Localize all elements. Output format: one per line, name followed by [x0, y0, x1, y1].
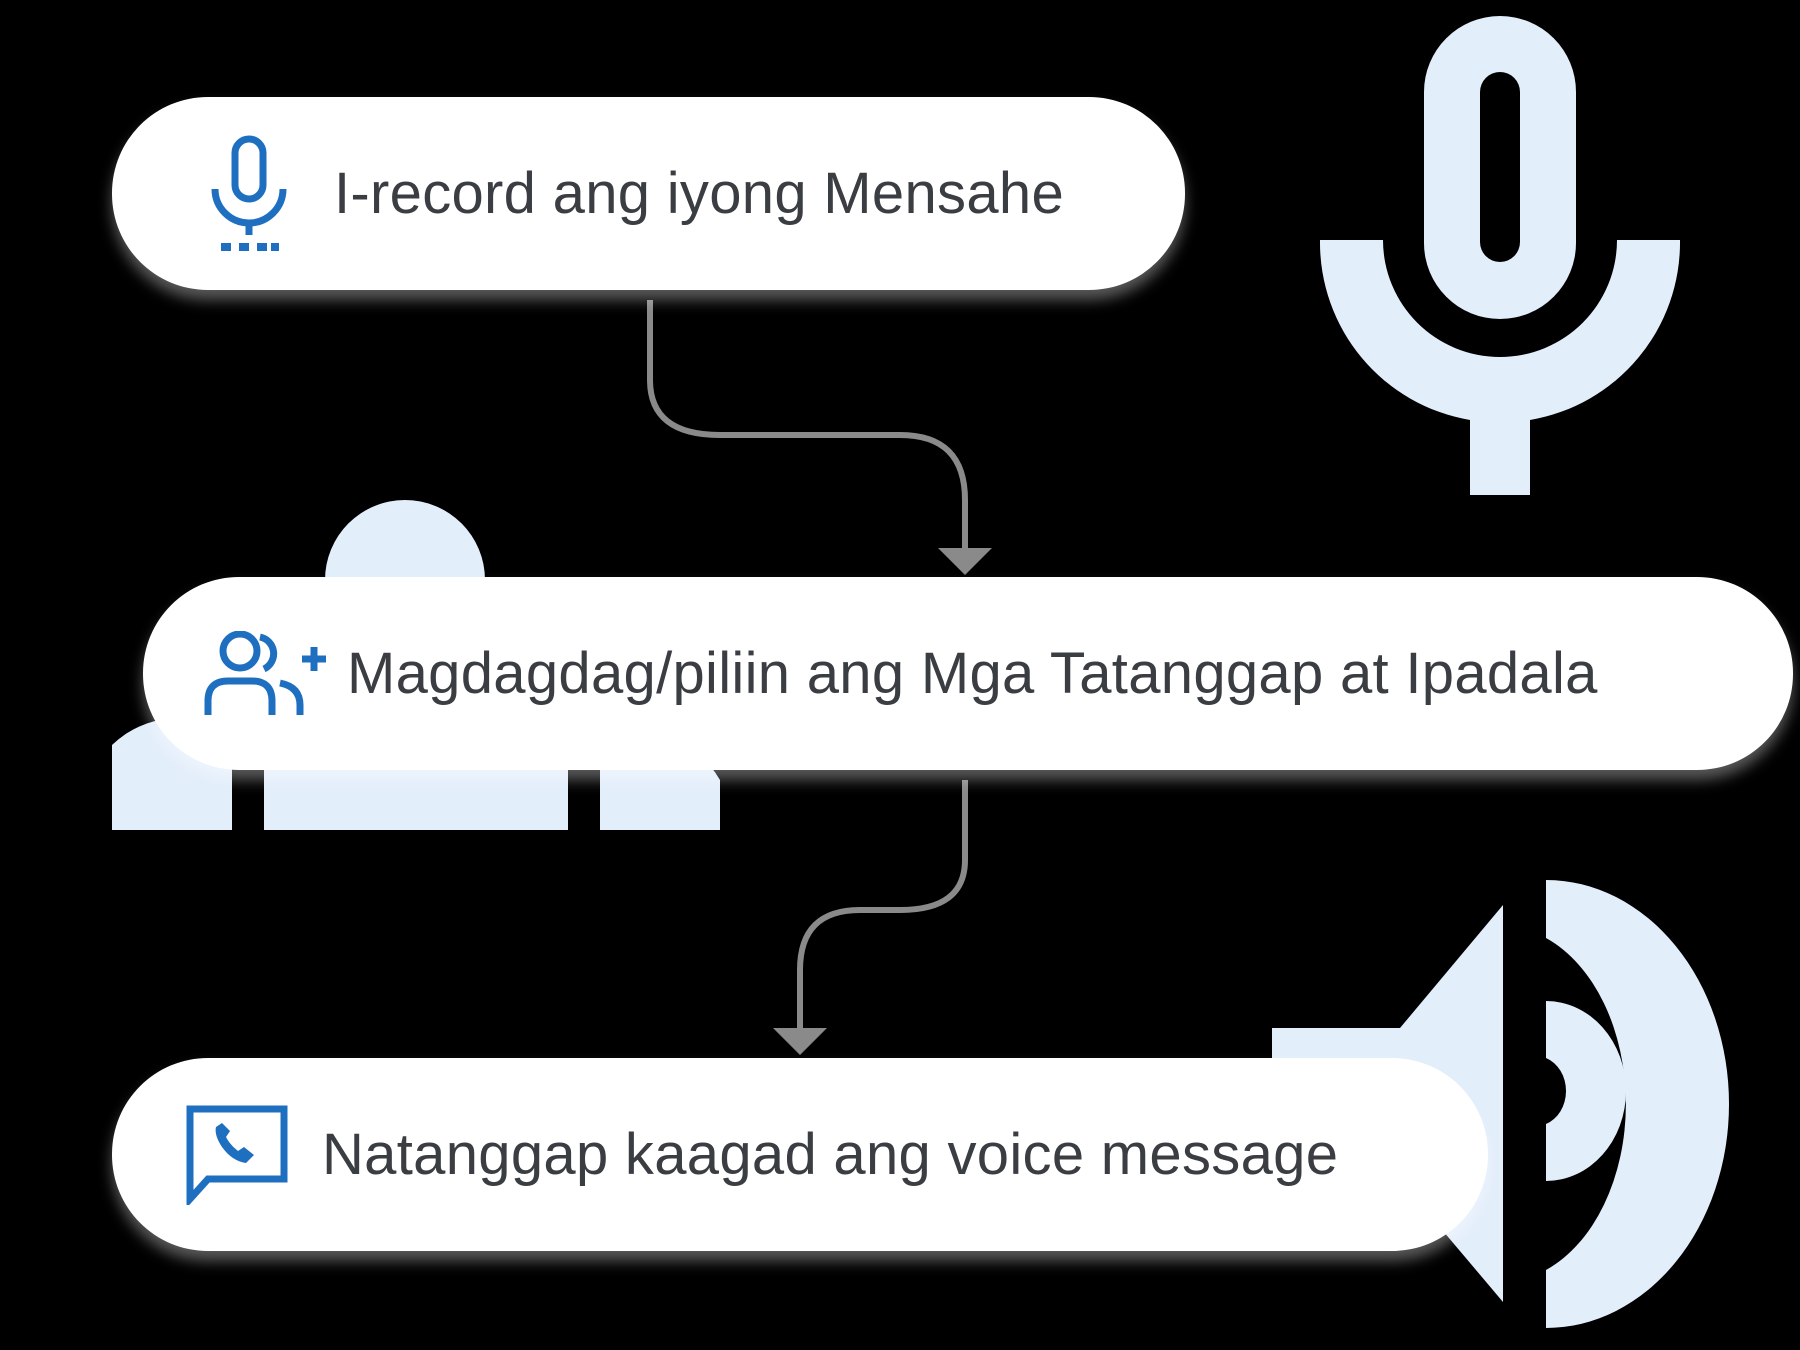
- step-record-message: I-record ang iyong Mensahe: [112, 97, 1185, 290]
- step-add-recipients: Magdagdag/piliin ang Mga Tatanggap at Ip…: [143, 577, 1793, 770]
- step-label: I-record ang iyong Mensahe: [334, 161, 1064, 226]
- connector-arrow-2: [773, 780, 968, 1055]
- step-label: Magdagdag/piliin ang Mga Tatanggap at Ip…: [347, 641, 1598, 706]
- flow-diagram: I-record ang iyong Mensahe Magdagdag/pil…: [0, 0, 1800, 1350]
- connector-arrow-1: [647, 300, 992, 575]
- step-message-received: Natanggap kaagad ang voice message: [112, 1058, 1488, 1251]
- add-group-icon: [201, 630, 331, 717]
- step-label: Natanggap kaagad ang voice message: [322, 1122, 1339, 1187]
- microphone-icon: [194, 135, 304, 253]
- phone-message-icon: [182, 1105, 292, 1205]
- large-microphone-icon: [1319, 16, 1681, 495]
